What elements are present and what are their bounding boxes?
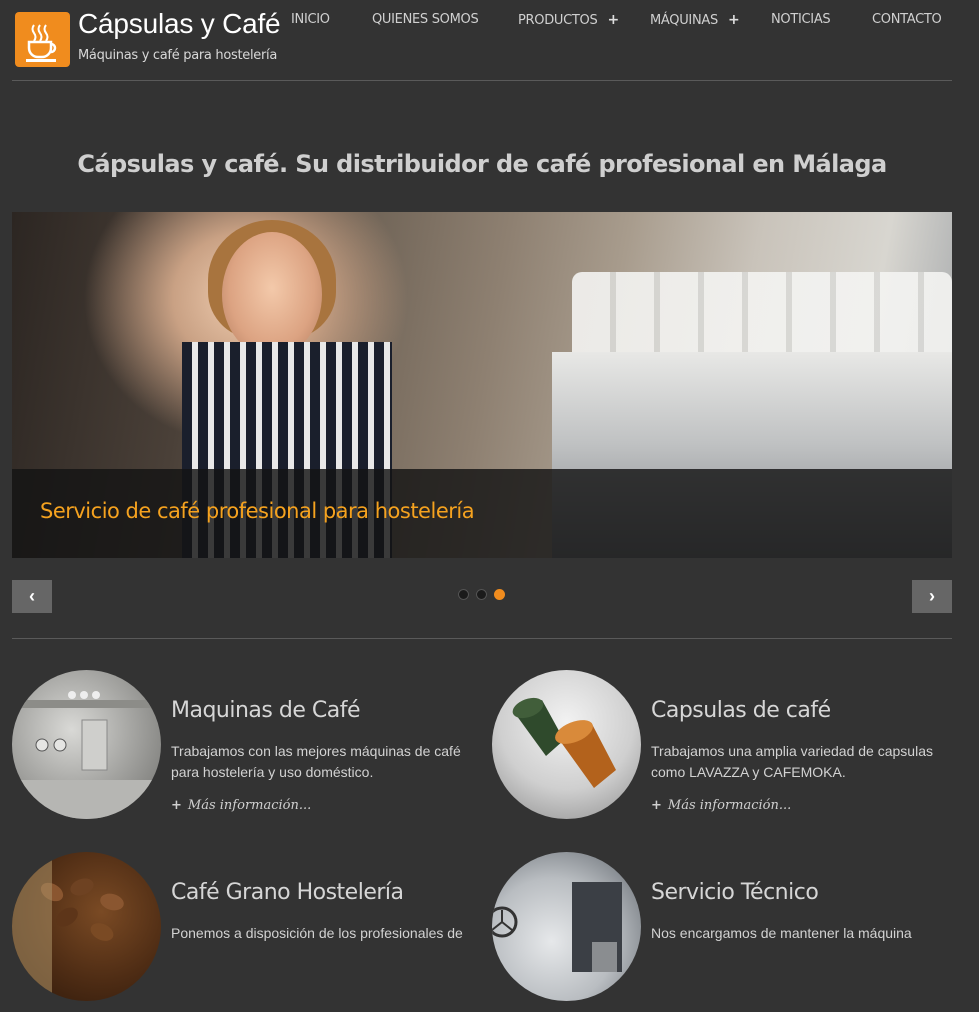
feature-description: Trabajamos una amplia variedad de capsul… — [651, 743, 933, 780]
coffee-capsules-thumbnail[interactable] — [492, 670, 641, 819]
hero-slider[interactable]: Servicio de café profesional para hostel… — [12, 212, 952, 558]
slider-dot-3[interactable] — [494, 589, 505, 600]
feature-title[interactable]: Maquinas de Café — [171, 698, 360, 723]
espresso-machine-thumbnail[interactable] — [12, 670, 161, 819]
feature-description: Nos encargamos de mantener la máquina — [651, 925, 912, 941]
feature-description: Trabajamos con las mejores máquinas de c… — [171, 743, 461, 780]
main-nav: INICIO QUIENES SOMOS PRODUCTOS + MÁQUINAS… — [270, 12, 959, 32]
nav-item-label: NOTICIAS — [771, 12, 831, 27]
feature-maquinas: Maquinas de Café Trabajamos con las mejo… — [12, 670, 482, 830]
nav-item-label: QUIENES SOMOS — [372, 12, 479, 27]
nav-item-label: CONTACTO — [872, 12, 942, 27]
coffee-beans-thumbnail[interactable] — [12, 852, 161, 1001]
plus-icon: + — [727, 12, 740, 28]
barista-face — [222, 232, 322, 357]
feature-title[interactable]: Capsulas de café — [651, 698, 831, 723]
slide-caption-bar: Servicio de café profesional para hostel… — [12, 469, 952, 558]
more-info-link[interactable]: + Más información... — [651, 798, 791, 813]
slide-caption[interactable]: Servicio de café profesional para hostel… — [40, 499, 475, 523]
nav-item-label: PRODUCTOS — [518, 13, 598, 28]
feature-cafe-grano: Café Grano Hostelería Ponemos a disposic… — [12, 852, 482, 1012]
page-title: Cápsulas y café. Su distribuidor de café… — [77, 150, 887, 179]
site-title[interactable]: Cápsulas y Café — [78, 8, 281, 40]
nav-item-contacto[interactable]: CONTACTO — [872, 12, 942, 27]
nav-item-inicio[interactable]: INICIO — [291, 12, 330, 27]
feature-description: Ponemos a disposición de los profesional… — [171, 925, 463, 941]
nav-item-label: INICIO — [291, 12, 330, 27]
nav-item-label: MÁQUINAS — [650, 13, 718, 28]
more-info-label: Más información... — [667, 798, 792, 813]
chevron-left-icon: ‹ — [29, 586, 35, 606]
nav-item-maquinas[interactable]: MÁQUINAS + — [650, 12, 740, 28]
plus-icon: + — [651, 798, 662, 813]
feature-title[interactable]: Servicio Técnico — [651, 880, 819, 905]
nav-item-noticias[interactable]: NOTICIAS — [771, 12, 831, 27]
logo-icon[interactable] — [15, 12, 70, 67]
nav-item-productos[interactable]: PRODUCTOS + — [518, 12, 619, 28]
more-info-link[interactable]: + Más información... — [171, 798, 311, 813]
slider-prev-button[interactable]: ‹ — [12, 580, 52, 613]
technical-service-thumbnail[interactable] — [492, 852, 641, 1001]
slider-dot-2[interactable] — [476, 589, 487, 600]
feature-capsulas: Capsulas de café Trabajamos una amplia v… — [492, 670, 962, 830]
plus-icon: + — [607, 12, 619, 28]
site-tagline: Máquinas y café para hostelería — [78, 48, 277, 63]
more-info-label: Más información... — [187, 798, 312, 813]
nav-item-quienes-somos[interactable]: QUIENES SOMOS — [372, 12, 479, 27]
slider-next-button[interactable]: › — [912, 580, 952, 613]
chevron-right-icon: › — [929, 586, 935, 606]
header-divider — [12, 80, 952, 81]
plus-icon: + — [171, 798, 182, 813]
slider-dot-1[interactable] — [458, 589, 469, 600]
section-divider — [12, 638, 952, 639]
feature-servicio-tecnico: Servicio Técnico Nos encargamos de mante… — [492, 852, 962, 1012]
feature-title[interactable]: Café Grano Hostelería — [171, 880, 404, 905]
